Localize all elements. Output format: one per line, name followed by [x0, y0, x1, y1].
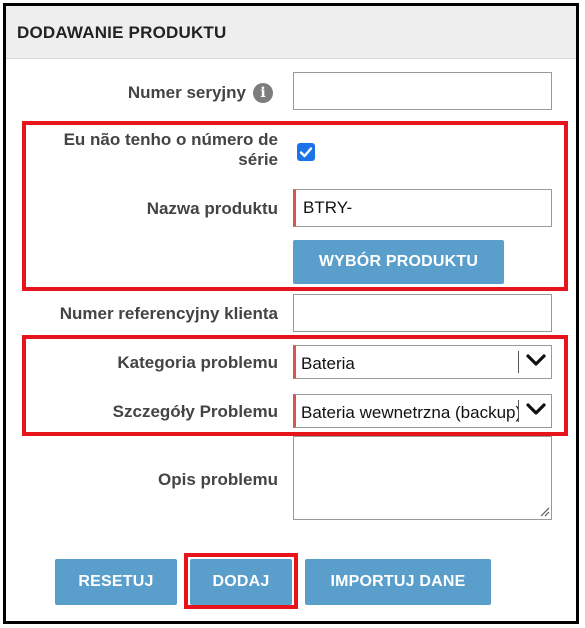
panel-header: DODAWANIE PRODUKTU	[6, 6, 576, 59]
info-icon[interactable]: i	[253, 83, 273, 103]
checkmark-icon	[299, 147, 313, 158]
problem-details-value: Bateria wewnetrzna (backup)	[301, 403, 519, 422]
select-separator	[518, 351, 519, 373]
resize-handle-icon[interactable]	[538, 505, 550, 517]
product-select-button[interactable]: WYBÓR PRODUKTU	[293, 240, 504, 284]
problem-details-label: Szczegóły Problemu	[112, 402, 278, 421]
problem-details-select[interactable]: Bateria wewnetrzna (backup)	[293, 394, 552, 428]
select-separator	[518, 400, 519, 422]
problem-category-value: Bateria	[301, 354, 355, 373]
problem-category-label: Kategoria problemu	[117, 353, 278, 372]
customer-ref-label: Numer referencyjny klienta	[59, 304, 278, 323]
serial-number-input[interactable]	[293, 72, 552, 110]
panel-title: DODAWANIE PRODUKTU	[17, 23, 227, 42]
product-name-input[interactable]	[293, 189, 552, 227]
reset-button[interactable]: RESETUJ	[55, 559, 177, 605]
import-data-button[interactable]: IMPORTUJ DANE	[305, 559, 491, 605]
add-button[interactable]: DODAJ	[190, 559, 292, 605]
product-name-label: Nazwa produktu	[146, 199, 278, 218]
problem-description-label: Opis problemu	[158, 470, 278, 489]
no-serial-label: Eu não tenho o número de série	[63, 130, 278, 169]
customer-ref-input[interactable]	[293, 294, 552, 332]
add-product-panel: DODAWANIE PRODUKTU Numer seryjny i Eu nã…	[3, 3, 579, 624]
no-serial-checkbox[interactable]	[297, 143, 315, 161]
chevron-down-icon	[526, 354, 546, 366]
chevron-down-icon	[526, 403, 546, 415]
problem-description-textarea[interactable]	[293, 436, 552, 520]
problem-category-select[interactable]: Bateria	[293, 345, 552, 379]
serial-number-label: Numer seryjny	[127, 83, 246, 102]
